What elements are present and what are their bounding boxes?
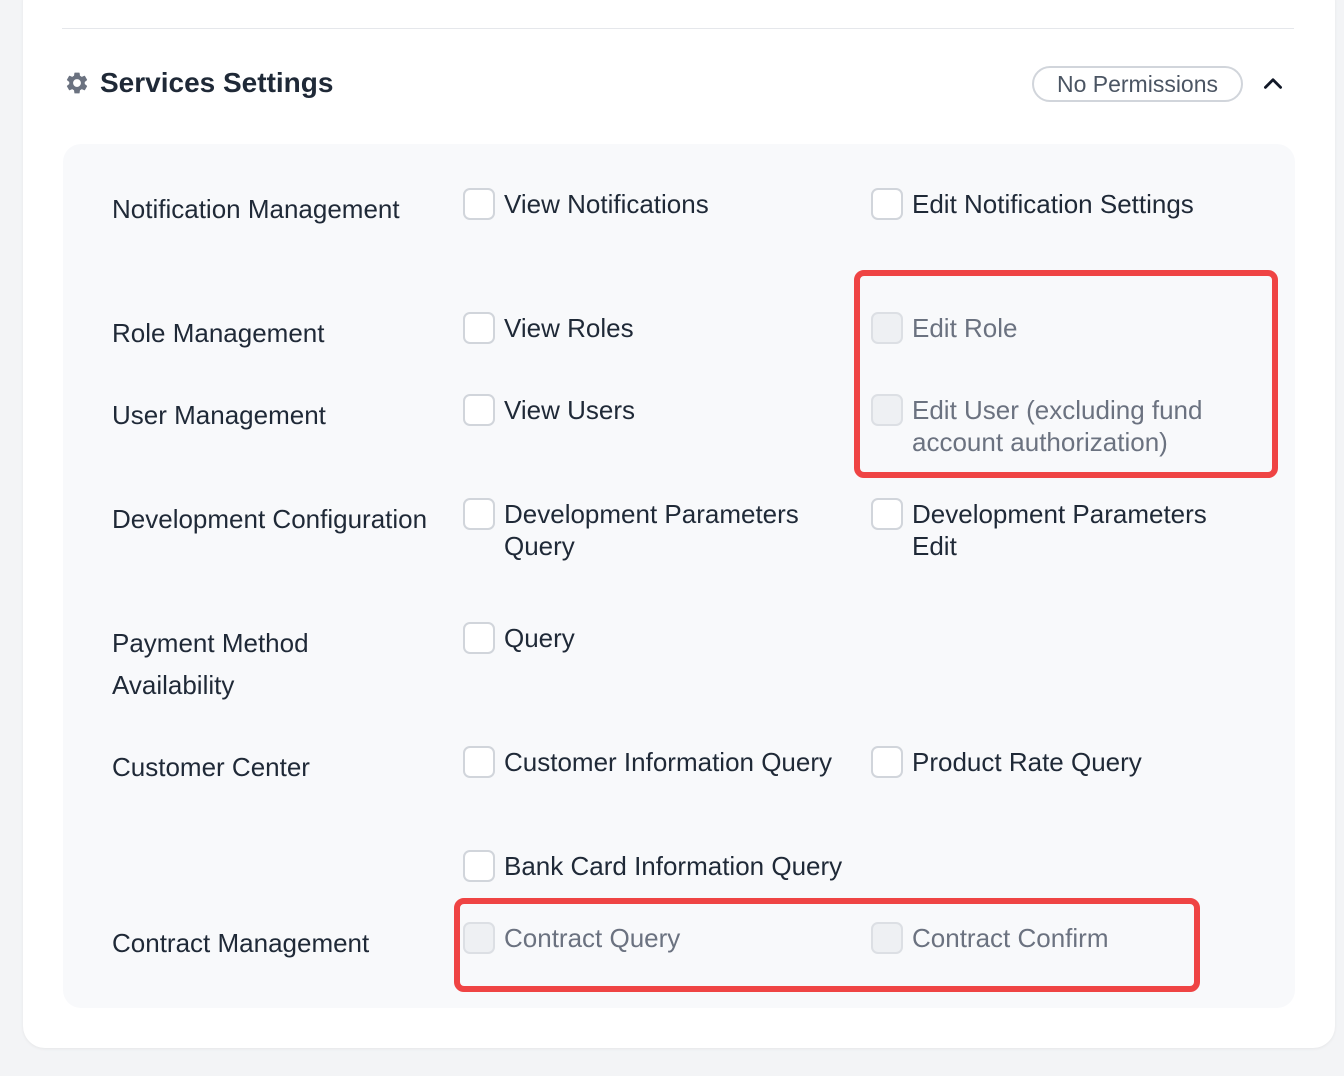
checkbox[interactable]: [463, 746, 495, 778]
checkbox-disabled: [871, 394, 903, 426]
permission-label: Contract Confirm: [912, 923, 1109, 953]
permission-label: Edit User (excluding fund account author…: [912, 395, 1203, 457]
permission-label: View Notifications: [504, 189, 709, 219]
chevron-up-icon[interactable]: [1260, 70, 1286, 96]
permission-label: Query: [504, 623, 575, 653]
row-label-role-management: Role Management: [112, 318, 325, 348]
section-title: Services Settings: [100, 67, 334, 98]
permission-label: Edit Notification Settings: [912, 189, 1194, 219]
checkbox-disabled: [871, 922, 903, 954]
checkbox[interactable]: [463, 498, 495, 530]
gear-icon: [66, 72, 88, 94]
permission-label: Edit Role: [912, 313, 1018, 343]
row-label-user-management: User Management: [112, 400, 326, 430]
checkbox-disabled: [871, 312, 903, 344]
checkbox[interactable]: [463, 850, 495, 882]
checkbox[interactable]: [463, 394, 495, 426]
checkbox[interactable]: [463, 622, 495, 654]
permission-label: Bank Card Information Query: [504, 851, 843, 881]
permission-label: Contract Query: [504, 923, 681, 953]
permission-status-badge: No Permissions: [1032, 66, 1243, 102]
checkbox[interactable]: [463, 312, 495, 344]
permission-label: Customer Information Query: [504, 747, 833, 777]
permission-label: Development Parameters Edit: [912, 499, 1207, 561]
checkbox-disabled: [463, 922, 495, 954]
permission-label: Product Rate Query: [912, 747, 1142, 777]
checkbox[interactable]: [871, 498, 903, 530]
row-label-notification-management: Notification Management: [112, 194, 400, 224]
permission-label: View Roles: [504, 313, 634, 343]
checkbox[interactable]: [463, 188, 495, 220]
row-label-customer-center: Customer Center: [112, 752, 310, 782]
top-divider: [62, 28, 1294, 29]
checkbox[interactable]: [871, 746, 903, 778]
row-label-payment-method-availability: Payment Method Availability: [112, 628, 309, 700]
row-label-development-configuration: Development Configuration: [112, 504, 428, 534]
checkbox[interactable]: [871, 188, 903, 220]
row-label-contract-management: Contract Management: [112, 928, 370, 958]
permission-label: Development Parameters Query: [504, 499, 799, 561]
permission-label: View Users: [504, 395, 636, 425]
